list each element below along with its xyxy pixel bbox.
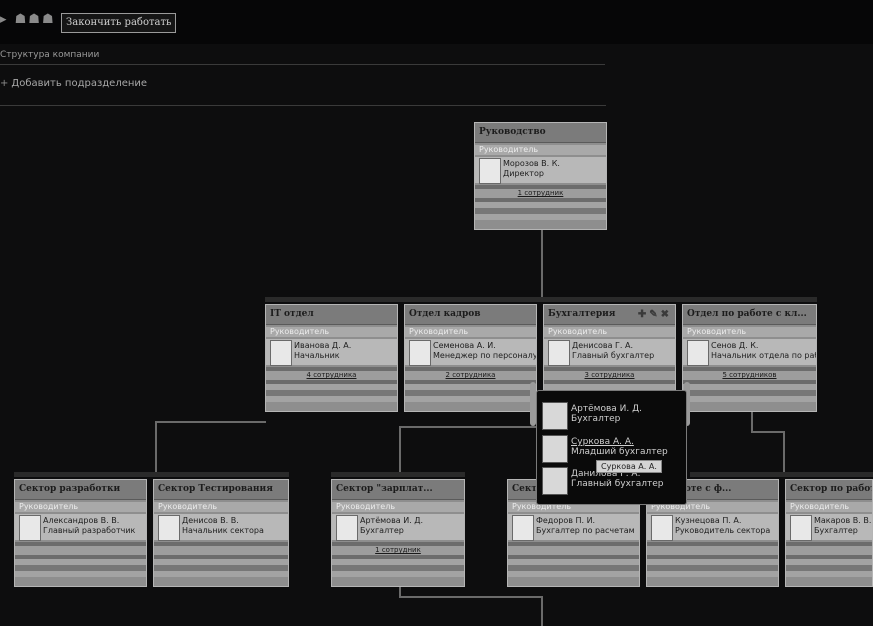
head-person[interactable]: Кузнецова П. А. Руководитель сектора xyxy=(647,514,778,541)
department-title[interactable]: Отдел по работе с кл... xyxy=(683,305,816,325)
connector-bar xyxy=(690,472,873,477)
head-person[interactable]: Семенова А. И. Менеджер по персоналу xyxy=(405,339,536,366)
department-card[interactable]: Сектор по работе Руководитель Макаров В.… xyxy=(785,479,873,587)
connector-bar xyxy=(265,297,817,302)
top-toolbar: ▸ ☗☗☗ ▾ Закончить работать xyxy=(0,0,873,44)
role-label: Руководитель xyxy=(266,327,397,337)
connector xyxy=(399,596,543,598)
page-title: Структура компании xyxy=(0,50,100,60)
employees-link[interactable]: 4 сотрудника xyxy=(266,371,397,380)
head-person[interactable]: Морозов В. К. Директор xyxy=(475,157,606,184)
role-label: Руководитель xyxy=(544,327,675,337)
department-title[interactable]: Бухгалтерия ✚✎✖ xyxy=(544,305,675,325)
connector xyxy=(751,431,784,433)
avatar xyxy=(336,515,358,541)
add-icon[interactable]: ✚ xyxy=(638,309,649,320)
head-person[interactable]: Иванова Д. А. Начальник xyxy=(266,339,397,366)
head-person[interactable]: Сенов Д. К. Начальник отдела по работе xyxy=(683,339,816,366)
popup-employee[interactable]: Артёмова И. Д. Бухгалтер xyxy=(541,402,681,430)
role-label: Руководитель xyxy=(786,502,872,512)
department-card[interactable]: Руководство Руководитель Морозов В. К. Д… xyxy=(474,122,607,230)
org-structure-icon[interactable]: ▸ ☗☗☗ ▾ xyxy=(0,12,70,27)
department-card[interactable]: Сектор Тестирования Руководитель Денисов… xyxy=(153,479,289,587)
connector xyxy=(541,596,543,626)
head-person[interactable]: Федоров П. И. Бухгалтер по расчетам xyxy=(508,514,639,541)
department-title[interactable]: Отдел кадров xyxy=(405,305,536,325)
department-card[interactable]: Отдел кадров Руководитель Семенова А. И.… xyxy=(404,304,537,412)
connector-bar xyxy=(331,472,465,477)
finish-work-button[interactable]: Закончить работать xyxy=(61,13,177,33)
employees-link[interactable]: 3 сотрудника xyxy=(544,371,675,380)
avatar xyxy=(542,435,568,463)
avatar xyxy=(542,402,568,430)
avatar xyxy=(548,340,570,366)
avatar xyxy=(651,515,673,541)
department-title[interactable]: Сектор по работе xyxy=(786,480,872,500)
department-card[interactable]: Сектор разработки Руководитель Александр… xyxy=(14,479,147,587)
avatar xyxy=(479,158,501,184)
employees-link[interactable] xyxy=(786,546,872,555)
employees-link[interactable] xyxy=(15,546,146,555)
tooltip: Суркова А. А. xyxy=(596,460,662,473)
avatar xyxy=(270,340,292,366)
avatar xyxy=(687,340,709,366)
avatar xyxy=(512,515,534,541)
connector xyxy=(155,421,157,473)
avatar xyxy=(542,467,568,495)
employees-link[interactable] xyxy=(508,546,639,555)
connector xyxy=(783,431,785,473)
avatar xyxy=(409,340,431,366)
head-person[interactable]: Макаров В. В. Бухгалтер xyxy=(786,514,872,541)
head-person[interactable]: Артёмова И. Д. Бухгалтер xyxy=(332,514,464,541)
role-label: Руководитель xyxy=(154,502,288,512)
delete-icon[interactable]: ✖ xyxy=(661,309,672,320)
connector xyxy=(155,421,266,423)
add-department-link[interactable]: + Добавить подразделение xyxy=(0,78,147,89)
connector-bar xyxy=(14,472,289,477)
department-title[interactable]: Сектор "зарплат... xyxy=(332,480,464,500)
department-title[interactable]: Сектор разработки xyxy=(15,480,146,500)
role-label: Руководитель xyxy=(475,145,606,155)
connector xyxy=(399,426,401,474)
avatar xyxy=(790,515,812,541)
connector xyxy=(399,426,539,428)
role-label: Руководитель xyxy=(15,502,146,512)
connector xyxy=(751,410,753,432)
avatar xyxy=(158,515,180,541)
page-title-bar: Структура компании xyxy=(0,44,605,65)
head-person[interactable]: Денисова Г. А. Главный бухгалтер xyxy=(544,339,675,366)
employees-link[interactable] xyxy=(647,546,778,555)
popup-employee[interactable]: Суркова А. А. Младший бухгалтер xyxy=(541,435,681,463)
department-card[interactable]: Отдел по работе с кл... Руководитель Сен… xyxy=(682,304,817,412)
head-person[interactable]: Денисов В. В. Начальник сектора xyxy=(154,514,288,541)
employees-link[interactable] xyxy=(154,546,288,555)
role-label: Руководитель xyxy=(332,502,464,512)
role-label: Руководитель xyxy=(683,327,816,337)
employees-popup: Артёмова И. Д. Бухгалтер Суркова А. А. М… xyxy=(536,390,687,505)
department-card[interactable]: Сектор "зарплат... Руководитель Артёмова… xyxy=(331,479,465,587)
head-person[interactable]: Александров В. В. Главный разработчик xyxy=(15,514,146,541)
employees-link[interactable]: 2 сотрудника xyxy=(405,371,536,380)
edit-icon[interactable]: ✎ xyxy=(649,309,660,320)
department-card[interactable]: IT отдел Руководитель Иванова Д. А. Нача… xyxy=(265,304,398,412)
department-title[interactable]: Сектор Тестирования xyxy=(154,480,288,500)
avatar xyxy=(19,515,41,541)
employees-link[interactable]: 1 сотрудник xyxy=(332,546,464,555)
employees-link[interactable]: 5 сотрудников xyxy=(683,371,816,380)
role-label: Руководитель xyxy=(405,327,536,337)
employees-link[interactable]: 1 сотрудник xyxy=(475,189,606,198)
connector xyxy=(541,228,543,298)
plus-icon: + xyxy=(0,78,9,89)
divider xyxy=(0,105,606,106)
department-title[interactable]: IT отдел xyxy=(266,305,397,325)
department-title[interactable]: Руководство xyxy=(475,123,606,143)
